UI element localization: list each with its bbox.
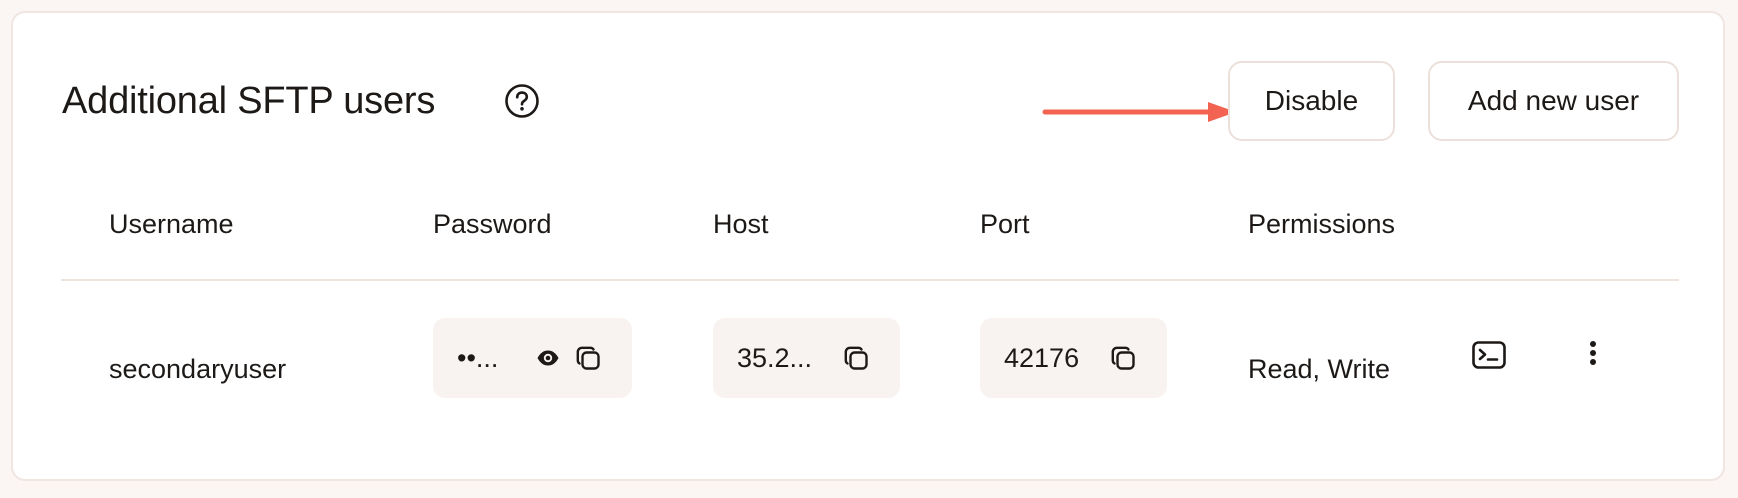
section-title: Additional SFTP users [62,80,436,122]
copy-icon[interactable] [1110,345,1137,372]
eye-icon[interactable] [536,347,560,369]
port-value: 42176 [1004,343,1080,373]
column-header-password[interactable]: Password [433,206,552,242]
copy-icon[interactable] [843,345,870,372]
username-cell: secondaryuser [109,354,287,384]
terminal-icon[interactable] [1472,341,1506,369]
port-field: 42176 [980,318,1167,398]
more-vertical-icon[interactable] [1587,339,1599,369]
host-field: 35.2... [713,318,900,398]
column-header-port[interactable]: Port [980,206,1030,242]
column-header-host[interactable]: Host [713,206,769,242]
password-value: ••... [457,343,499,373]
column-header-username[interactable]: Username [109,206,234,242]
add-new-user-button[interactable]: Add new user [1428,61,1679,141]
host-value: 35.2... [737,343,813,373]
copy-icon[interactable] [575,345,602,372]
table-divider [61,279,1679,281]
sftp-users-card: Additional SFTP users Disable Add new us… [11,11,1725,481]
password-field: ••... [433,318,632,398]
column-header-permissions[interactable]: Permissions [1248,206,1395,242]
permissions-cell: Read, Write [1248,354,1391,384]
annotation-arrow [1042,102,1236,122]
question-circle-icon[interactable] [503,82,541,120]
disable-button[interactable]: Disable [1228,61,1395,141]
